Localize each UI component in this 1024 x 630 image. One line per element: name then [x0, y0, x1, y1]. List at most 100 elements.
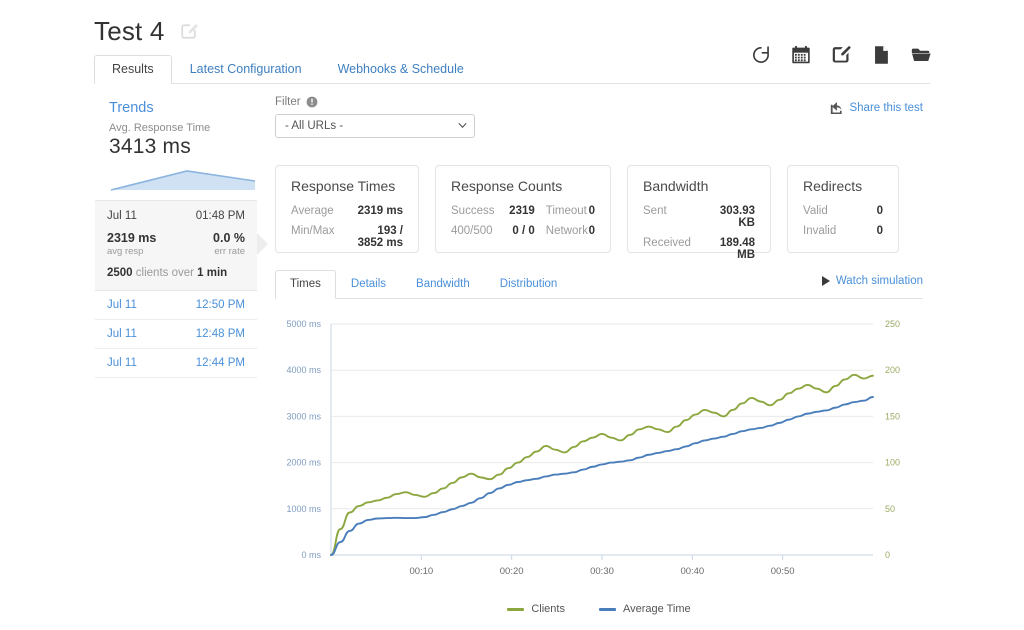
errors-key: 400/500	[451, 225, 501, 237]
trend-current-time: 01:48 PM	[196, 210, 245, 222]
card-title: Response Times	[291, 178, 403, 194]
chart-tabs: Times Details Bandwidth Distribution Wat…	[275, 272, 923, 299]
tabs-divider	[94, 83, 930, 84]
card-title: Response Counts	[451, 178, 595, 194]
card-row: Received 189.48 MB	[643, 237, 755, 261]
edit-icon[interactable]	[830, 44, 852, 66]
trend-current-clients: 2500 clients over 1 min	[107, 267, 245, 279]
timeout-value: 0	[589, 205, 595, 217]
page-header: Test 4 Results Latest Configuration Webh…	[0, 0, 1024, 86]
tab-distribution[interactable]: Distribution	[485, 270, 573, 299]
errors-value: 0 / 0	[501, 225, 535, 237]
header-toolbar	[750, 44, 932, 66]
success-key: Success	[451, 205, 501, 217]
filter-label: Filter	[275, 96, 923, 108]
tab-webhooks-schedule[interactable]: Webhooks & Schedule	[320, 55, 482, 84]
share-external-icon	[830, 101, 843, 114]
card-row: Average 2319 ms	[291, 205, 403, 217]
chart-legend: Clients Average Time	[275, 603, 923, 615]
legend-label-average-time: Average Time	[623, 603, 691, 615]
metric-err-rate: 0.0 % err rate	[213, 231, 245, 257]
svg-text:00:50: 00:50	[771, 566, 795, 577]
trend-current-date: Jul 11	[107, 210, 137, 222]
metric-err-rate-label: err rate	[213, 246, 245, 257]
tab-latest-configuration[interactable]: Latest Configuration	[172, 55, 320, 84]
tab-results[interactable]: Results	[94, 55, 172, 84]
share-test-link[interactable]: Share this test	[830, 101, 923, 114]
trend-current-metrics: 2319 ms avg resp 0.0 % err rate	[107, 231, 245, 257]
folder-icon[interactable]	[910, 44, 932, 66]
chart-tabs-divider	[275, 298, 923, 299]
chart-canvas[interactable]: 0 ms01000 ms502000 ms1003000 ms1504000 m…	[275, 312, 923, 602]
svg-text:4000 ms: 4000 ms	[286, 365, 321, 375]
legend-label-clients: Clients	[531, 603, 565, 615]
trend-date: Jul 11	[107, 299, 137, 311]
selected-pointer-icon	[257, 233, 268, 255]
metric-err-rate-value: 0.0 %	[213, 231, 245, 245]
legend-item-average-time[interactable]: Average Time	[599, 603, 691, 615]
svg-text:200: 200	[885, 365, 900, 375]
tab-times[interactable]: Times	[275, 270, 336, 299]
edit-square-icon[interactable]	[179, 22, 198, 41]
network-key: Network	[535, 225, 589, 237]
received-key: Received	[643, 237, 701, 249]
clients-text: clients over	[136, 267, 194, 279]
legend-item-clients[interactable]: Clients	[507, 603, 565, 615]
main-content: Filter - All URLs - Share this test	[275, 96, 923, 138]
tab-bandwidth[interactable]: Bandwidth	[401, 270, 485, 299]
invalid-value: 0	[855, 225, 883, 237]
trends-title[interactable]: Trends	[109, 100, 257, 116]
refresh-icon[interactable]	[750, 44, 772, 66]
clients-duration: 1 min	[197, 267, 227, 279]
trends-value: 3413 ms	[109, 135, 257, 159]
metric-avg-resp-label: avg resp	[107, 246, 156, 257]
card-bandwidth: Bandwidth Sent 303.93 KB Received 189.48…	[627, 165, 771, 253]
app-page: Test 4 Results Latest Configuration Webh…	[0, 0, 1024, 630]
filter-label-text: Filter	[275, 96, 301, 108]
list-item[interactable]: Jul 11 12:44 PM	[95, 349, 257, 378]
legend-swatch-average-time	[599, 608, 616, 611]
card-response-counts: Response Counts Success 2319 Timeout 0 4…	[435, 165, 611, 253]
network-value: 0	[589, 225, 595, 237]
trend-date: Jul 11	[107, 328, 137, 340]
trends-subtitle: Avg. Response Time	[109, 122, 257, 134]
card-row: Valid 0	[803, 205, 883, 217]
svg-text:00:10: 00:10	[409, 566, 433, 577]
stat-cards: Response Times Average 2319 ms Min/Max 1…	[275, 165, 899, 253]
list-item[interactable]: Jul 11 12:48 PM	[95, 320, 257, 349]
trend-list: Jul 11 01:48 PM 2319 ms avg resp 0.0 % e…	[95, 200, 257, 378]
page-title: Test 4	[94, 16, 165, 47]
svg-text:250: 250	[885, 319, 900, 329]
svg-text:00:30: 00:30	[590, 566, 614, 577]
trend-item-current[interactable]: Jul 11 01:48 PM 2319 ms avg resp 0.0 % e…	[95, 201, 257, 291]
sent-value: 303.93 KB	[701, 205, 755, 229]
watch-simulation-link[interactable]: Watch simulation	[822, 275, 923, 287]
list-item[interactable]: Jul 11 12:50 PM	[95, 291, 257, 320]
times-chart: 0 ms01000 ms502000 ms1003000 ms1504000 m…	[275, 312, 923, 612]
svg-text:0 ms: 0 ms	[301, 550, 321, 560]
trend-time: 12:48 PM	[196, 328, 245, 340]
calendar-icon[interactable]	[790, 44, 812, 66]
card-redirects: Redirects Valid 0 Invalid 0	[787, 165, 899, 253]
main-tabs: Results Latest Configuration Webhooks & …	[94, 57, 482, 84]
trend-time: 12:50 PM	[196, 299, 245, 311]
url-filter-select[interactable]: - All URLs -	[275, 114, 475, 138]
card-row: Min/Max 193 / 3852 ms	[291, 225, 403, 249]
average-value: 2319 ms	[349, 205, 403, 217]
valid-value: 0	[855, 205, 883, 217]
tab-details[interactable]: Details	[336, 270, 401, 299]
svg-text:00:20: 00:20	[500, 566, 524, 577]
card-row: 400/500 0 / 0 Network 0	[451, 225, 595, 237]
card-row: Success 2319 Timeout 0	[451, 205, 595, 217]
card-row: Sent 303.93 KB	[643, 205, 755, 229]
svg-text:100: 100	[885, 458, 900, 468]
info-icon[interactable]	[306, 96, 318, 108]
file-icon[interactable]	[870, 44, 892, 66]
timeout-key: Timeout	[535, 205, 589, 217]
average-key: Average	[291, 205, 349, 217]
minmax-value: 193 / 3852 ms	[349, 225, 403, 249]
trends-sidebar: Trends Avg. Response Time 3413 ms Jul 11…	[95, 96, 257, 378]
card-title: Bandwidth	[643, 178, 755, 194]
svg-text:0: 0	[885, 550, 890, 560]
metric-avg-resp-value: 2319 ms	[107, 231, 156, 245]
